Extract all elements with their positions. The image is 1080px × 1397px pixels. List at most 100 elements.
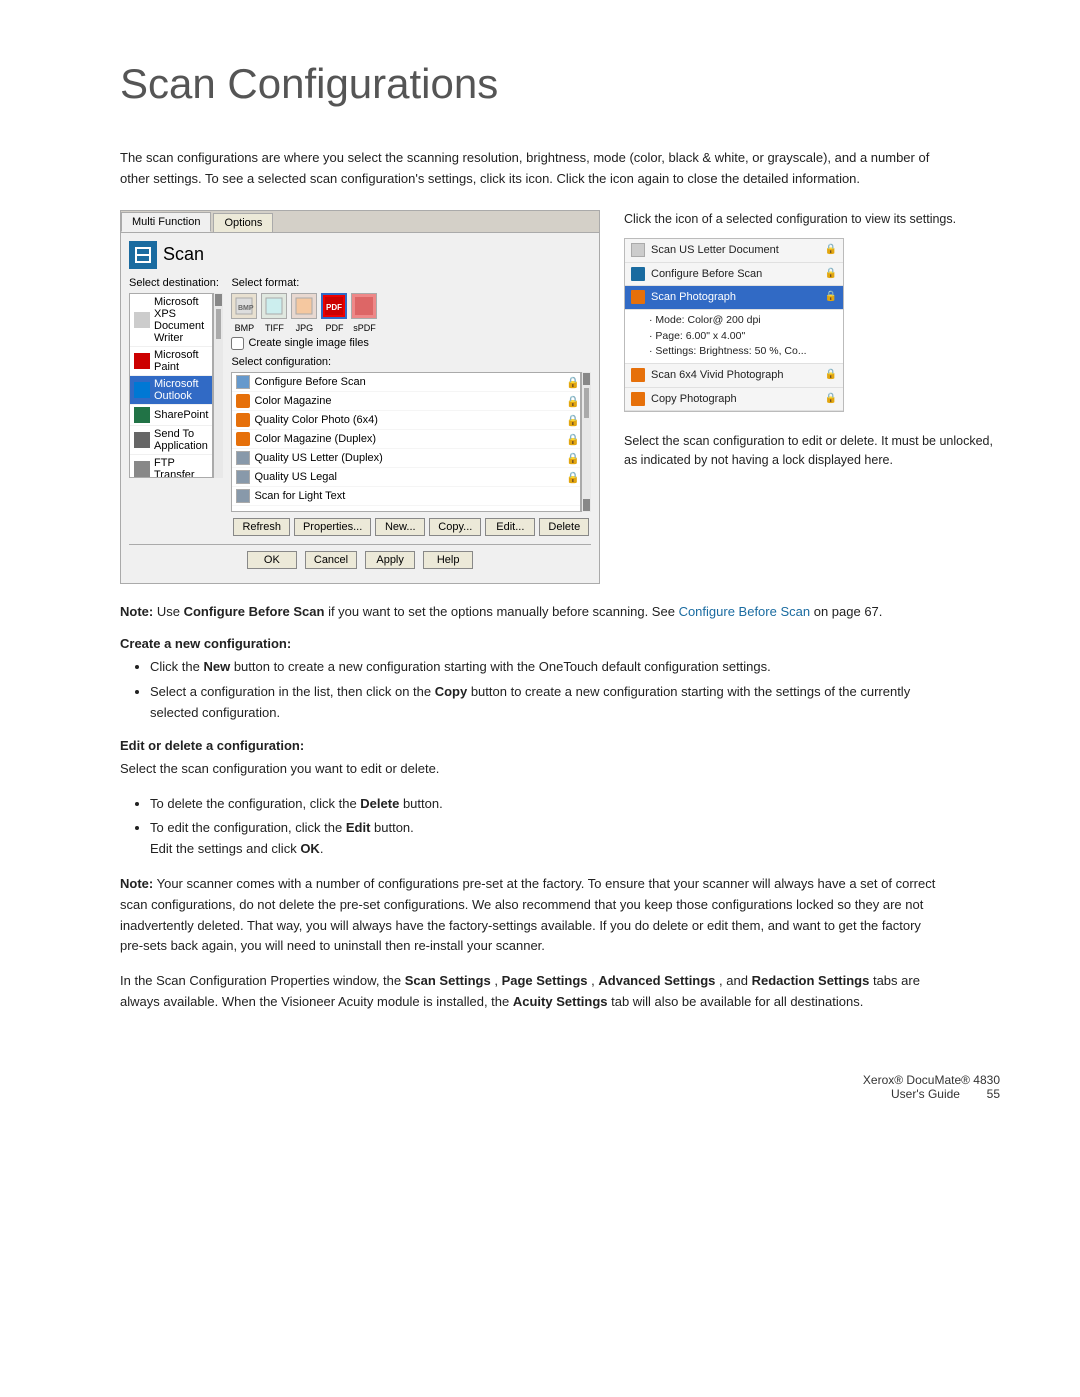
dest-item-xps[interactable]: Microsoft XPS Document Writer <box>130 294 212 347</box>
config-icon-us-letter-duplex <box>236 451 250 465</box>
tab-options[interactable]: Options <box>213 213 273 232</box>
svg-text:PDF: PDF <box>326 303 342 312</box>
note-paragraph-2: Note: Your scanner comes with a number o… <box>120 874 940 957</box>
config-icon-light-text <box>236 489 250 503</box>
create-config-heading: Create a new configuration: <box>120 636 1000 651</box>
lock-icon-3: 🔒 <box>566 414 576 426</box>
scanner-dialog: Multi Function Options Scan Select desti… <box>120 210 600 584</box>
intro-paragraph: The scan configurations are where you se… <box>120 148 940 190</box>
tab-multi-function[interactable]: Multi Function <box>121 212 211 232</box>
annotation-text-2: Select the scan configuration to edit or… <box>624 432 1000 470</box>
svg-text:BMP: BMP <box>238 305 254 312</box>
copy-button[interactable]: Copy... <box>429 518 481 536</box>
lock-icon: 🔒 <box>566 376 576 388</box>
format-icons-row: BMP PDF <box>231 293 591 319</box>
lock-icon-6: 🔒 <box>566 471 576 483</box>
page-title: Scan Configurations <box>120 60 1000 108</box>
apply-button[interactable]: Apply <box>365 551 415 569</box>
config-item-us-letter-duplex[interactable]: Quality US Letter (Duplex) 🔒 <box>232 449 580 468</box>
format-pdf[interactable]: PDF <box>321 293 347 319</box>
note-paragraph-1: Note: Use Configure Before Scan if you w… <box>120 602 940 623</box>
configure-before-scan-link[interactable]: Configure Before Scan <box>679 604 811 619</box>
config-icon-us-legal <box>236 470 250 484</box>
mini-item-copy-photo: Copy Photograph 🔒 <box>625 388 843 412</box>
properties-button[interactable]: Properties... <box>294 518 371 536</box>
dest-icon-paint <box>134 353 150 369</box>
config-item-us-legal[interactable]: Quality US Legal 🔒 <box>232 468 580 487</box>
config-icon-before-scan <box>236 375 250 389</box>
annotation-text-1: Click the icon of a selected configurati… <box>624 210 1000 229</box>
delete-button[interactable]: Delete <box>539 518 589 536</box>
config-scrollbar[interactable] <box>581 372 591 512</box>
mini-icon-copy-photo <box>631 392 645 406</box>
single-image-row[interactable]: Create single image files <box>231 337 591 350</box>
config-item-magazine[interactable]: Color Magazine 🔒 <box>232 392 580 411</box>
format-jpg[interactable] <box>291 293 317 319</box>
ok-button[interactable]: OK <box>247 551 297 569</box>
config-item-photo-6x4[interactable]: Quality Color Photo (6x4) 🔒 <box>232 411 580 430</box>
lock-icon-2: 🔒 <box>566 395 576 407</box>
single-image-checkbox[interactable] <box>231 337 244 350</box>
scan-title: Scan <box>163 244 204 265</box>
dest-icon-xps <box>134 312 150 328</box>
scan-app-icon <box>129 241 157 269</box>
right-annotations: Click the icon of a selected configurati… <box>624 210 1000 584</box>
format-labels-row: BMP TIFF JPG PDF sPDF <box>231 323 591 333</box>
config-item-before-scan[interactable]: Configure Before Scan 🔒 <box>232 373 580 392</box>
dest-icon-sharepoint <box>134 407 150 423</box>
note-configure-before-bold: Configure Before Scan <box>184 604 325 619</box>
create-config-bullets: Click the New button to create a new con… <box>120 657 1000 723</box>
config-icon-magazine <box>236 394 250 408</box>
bullet-copy-button: Select a configuration in the list, then… <box>150 682 940 724</box>
dest-item-paint[interactable]: Microsoft Paint <box>130 347 212 376</box>
dialog-tab-bar: Multi Function Options <box>121 211 599 233</box>
mini-config-list: Scan US Letter Document 🔒 Configure Befo… <box>624 238 844 412</box>
dest-item-outlook[interactable]: Microsoft Outlook <box>130 376 212 405</box>
select-config-label: Select configuration: <box>231 356 591 368</box>
mini-item-6x4-vivid: Scan 6x4 Vivid Photograph 🔒 <box>625 364 843 388</box>
edit-button[interactable]: Edit... <box>485 518 535 536</box>
refresh-button[interactable]: Refresh <box>233 518 290 536</box>
config-icon-magazine-duplex <box>236 432 250 446</box>
mini-item-configure-before: Configure Before Scan 🔒 <box>625 263 843 287</box>
new-button[interactable]: New... <box>375 518 425 536</box>
dest-icon-send <box>134 432 150 448</box>
help-button[interactable]: Help <box>423 551 473 569</box>
selected-config-detail: · Mode: Color@ 200 dpi · Page: 6.00" x 4… <box>625 310 843 364</box>
select-format-label: Select format: <box>231 277 591 289</box>
dest-icon-ftp <box>134 461 150 477</box>
note-if-text: if you want to set the options manually … <box>328 604 679 619</box>
dest-item-ftp[interactable]: FTP Transfer <box>130 455 212 478</box>
mini-icon-scan-photo <box>631 290 645 304</box>
dest-icon-outlook <box>134 382 150 398</box>
config-item-magazine-duplex[interactable]: Color Magazine (Duplex) 🔒 <box>232 430 580 449</box>
edit-intro-text: Select the scan configuration you want t… <box>120 759 940 780</box>
bottom-buttons-row: Refresh Properties... New... Copy... Edi… <box>231 518 591 536</box>
bullet-edit: To edit the configuration, click the Edi… <box>150 818 940 860</box>
mini-icon-6x4-vivid <box>631 368 645 382</box>
dest-item-send[interactable]: Send To Application <box>130 426 212 455</box>
format-bmp[interactable]: BMP <box>231 293 257 319</box>
config-list[interactable]: Configure Before Scan 🔒 Color Magazine 🔒 <box>231 372 581 512</box>
note-paragraph-3: In the Scan Configuration Properties win… <box>120 971 940 1013</box>
edit-delete-heading: Edit or delete a configuration: <box>120 738 1000 753</box>
footer-product: Xerox® DocuMate® 4830 <box>120 1073 1000 1087</box>
note-on-page: on page 67. <box>814 604 883 619</box>
format-spdf[interactable] <box>351 293 377 319</box>
note-bold-prefix: Note: <box>120 604 153 619</box>
mini-item-scan-photo: Scan Photograph 🔒 <box>625 286 843 310</box>
destination-list[interactable]: Microsoft XPS Document Writer Microsoft … <box>129 293 213 478</box>
footer-page-number: 55 <box>987 1087 1000 1101</box>
edit-delete-bullets: To delete the configuration, click the D… <box>120 794 1000 860</box>
config-icon-photo-6x4 <box>236 413 250 427</box>
config-item-light-text[interactable]: Scan for Light Text <box>232 487 580 506</box>
lock-icon-4: 🔒 <box>566 433 576 445</box>
footer-guide: User's Guide 55 <box>120 1087 1000 1101</box>
format-tiff[interactable] <box>261 293 287 319</box>
dest-item-sharepoint[interactable]: SharePoint <box>130 405 212 426</box>
page-footer: Xerox® DocuMate® 4830 User's Guide 55 <box>120 1073 1000 1101</box>
dest-scrollbar[interactable] <box>213 293 223 478</box>
mini-icon-configure-before <box>631 267 645 281</box>
cancel-button[interactable]: Cancel <box>305 551 357 569</box>
select-dest-label: Select destination: <box>129 277 223 289</box>
